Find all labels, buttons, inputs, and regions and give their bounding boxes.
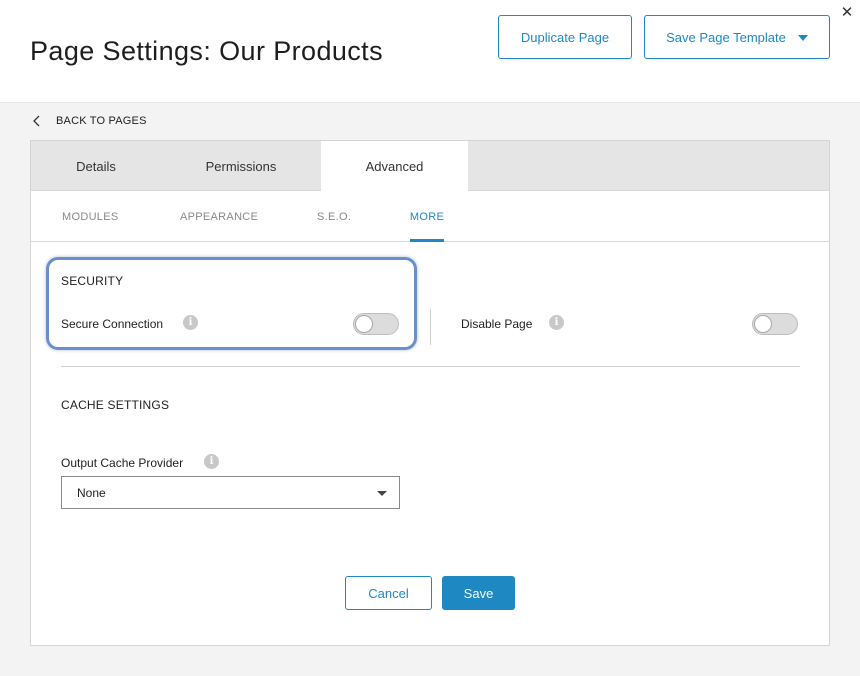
- subtab-modules-label: MODULES: [62, 210, 119, 223]
- close-icon[interactable]: ✕: [840, 5, 854, 20]
- caret-down-icon: [797, 34, 808, 41]
- security-section-title: SECURITY: [61, 274, 124, 288]
- disable-page-toggle[interactable]: [752, 313, 798, 335]
- info-icon[interactable]: i: [549, 315, 564, 330]
- subtab-seo[interactable]: S.E.O.: [317, 191, 351, 242]
- toggle-knob: [754, 315, 772, 333]
- save-page-template-label: Save Page Template: [666, 29, 786, 45]
- caret-down-icon: [377, 491, 387, 496]
- subtab-more-label: MORE: [409, 210, 445, 223]
- cache-settings-title: CACHE SETTINGS: [61, 398, 170, 412]
- output-cache-provider-select[interactable]: None: [61, 476, 400, 509]
- back-to-pages-label: BACK TO PAGES: [56, 115, 147, 127]
- section-divider: [61, 366, 800, 367]
- subtab-appearance[interactable]: APPEARANCE: [180, 191, 258, 242]
- save-label: Save: [463, 585, 494, 601]
- cancel-button[interactable]: Cancel: [345, 576, 432, 610]
- output-cache-provider-value: None: [77, 486, 106, 500]
- page-header: Page Settings: Our Products Duplicate Pa…: [0, 0, 860, 103]
- disable-page-label: Disable Page: [461, 317, 533, 331]
- page-title: Page Settings: Our Products: [30, 36, 383, 66]
- subtab-modules[interactable]: MODULES: [62, 191, 119, 242]
- settings-panel: Details Permissions Advanced MODULES APP…: [30, 140, 830, 646]
- subtab-more[interactable]: MORE: [410, 191, 444, 242]
- tab-permissions-label: Permissions: [205, 158, 277, 174]
- tab-bar: Details Permissions Advanced: [31, 141, 829, 192]
- toggle-knob: [355, 315, 373, 333]
- tab-details-label: Details: [76, 158, 116, 174]
- save-button[interactable]: Save: [442, 576, 515, 610]
- chevron-left-icon: [33, 115, 40, 127]
- tab-permissions[interactable]: Permissions: [176, 141, 306, 191]
- duplicate-page-label: Duplicate Page: [520, 29, 610, 45]
- tab-advanced[interactable]: Advanced: [321, 141, 468, 192]
- security-highlight-box: [46, 257, 417, 350]
- tab-details[interactable]: Details: [31, 141, 161, 191]
- info-icon[interactable]: i: [183, 315, 198, 330]
- info-icon[interactable]: i: [204, 454, 219, 469]
- secure-connection-label: Secure Connection: [61, 317, 164, 331]
- column-divider: [430, 309, 431, 345]
- back-to-pages-link[interactable]: BACK TO PAGES: [30, 113, 147, 129]
- active-subtab-indicator: [410, 239, 444, 242]
- cancel-label: Cancel: [368, 585, 409, 601]
- secure-connection-toggle[interactable]: [353, 313, 399, 335]
- save-page-template-button[interactable]: Save Page Template: [644, 15, 830, 59]
- subtab-seo-label: S.E.O.: [317, 210, 352, 223]
- subtab-appearance-label: APPEARANCE: [180, 210, 259, 223]
- subtab-bar: MODULES APPEARANCE S.E.O. MORE: [31, 191, 829, 242]
- output-cache-provider-label: Output Cache Provider: [61, 456, 184, 470]
- duplicate-page-button[interactable]: Duplicate Page: [498, 15, 632, 59]
- tab-advanced-label: Advanced: [365, 159, 424, 174]
